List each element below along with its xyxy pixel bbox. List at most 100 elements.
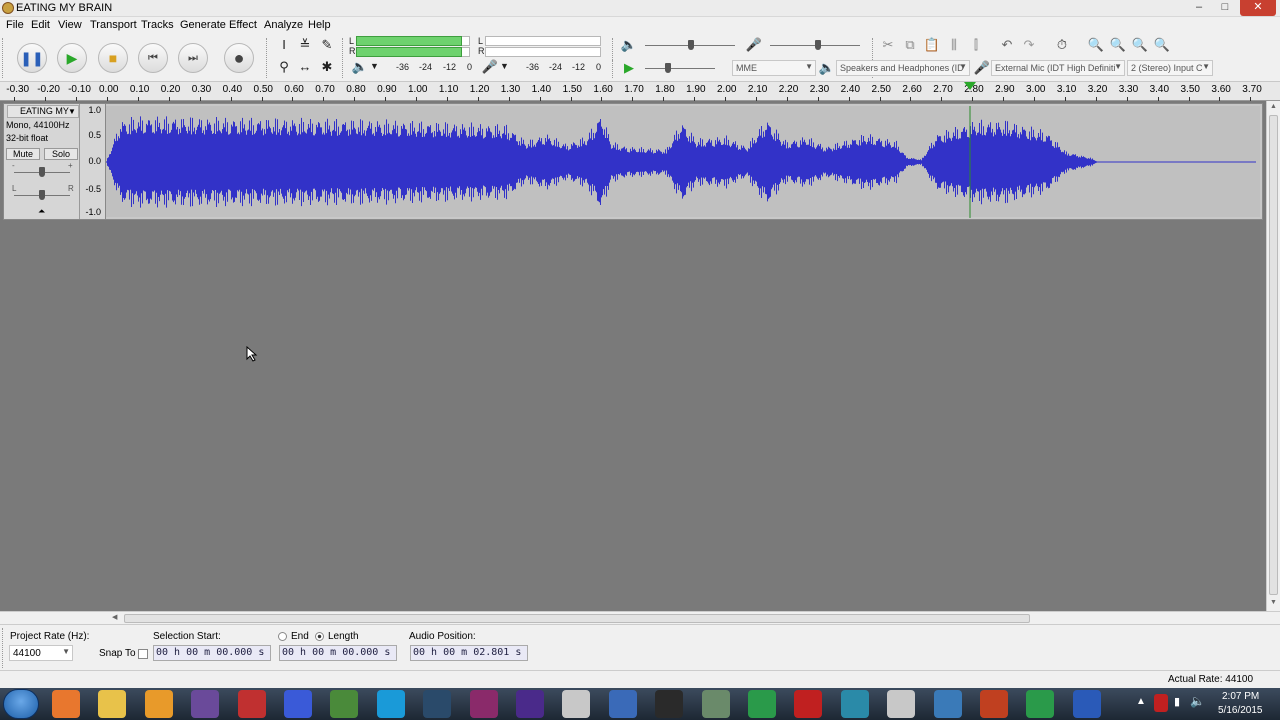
mute-button[interactable]: Mute: [6, 148, 40, 160]
pause-button[interactable]: ❚❚: [17, 43, 47, 73]
clock-date[interactable]: 5/16/2015: [1218, 705, 1263, 716]
vertical-scrollbar[interactable]: ▲ ▼: [1266, 101, 1280, 611]
toolbar-grip[interactable]: [2, 38, 5, 78]
zoom-tool-button[interactable]: ⚲: [275, 58, 293, 76]
horizontal-scroll-thumb[interactable]: [124, 614, 1030, 623]
maximize-button[interactable]: □: [1214, 0, 1236, 16]
toolbar-grip[interactable]: [266, 38, 269, 78]
horizontal-scrollbar[interactable]: ◀: [0, 611, 1280, 624]
taskbar-gamepad-icon[interactable]: [887, 690, 916, 718]
menu-help[interactable]: Help: [308, 19, 331, 31]
menu-file[interactable]: File: [6, 19, 24, 31]
taskbar-bird-icon[interactable]: [840, 690, 869, 718]
taskbar-notepad-icon[interactable]: [608, 690, 637, 718]
tray-app-icon[interactable]: [1154, 694, 1168, 712]
taskbar-help-icon[interactable]: [1072, 690, 1101, 718]
signal-icon[interactable]: ▮: [1174, 695, 1180, 708]
selection-tool-button[interactable]: I: [275, 36, 293, 54]
record-meter-r[interactable]: [485, 47, 601, 57]
cut-button[interactable]: ✂: [879, 36, 897, 54]
audio-host-select[interactable]: MME ▼: [732, 60, 816, 76]
playhead-marker-icon[interactable]: [964, 82, 976, 90]
start-button[interactable]: [3, 689, 39, 719]
sync-lock-button[interactable]: ⏱: [1053, 36, 1071, 54]
taskbar-winrar-icon[interactable]: [469, 690, 498, 718]
menu-generate[interactable]: Generate: [180, 19, 226, 31]
volume-icon[interactable]: 🔈: [1190, 694, 1205, 708]
taskbar-gimp-icon[interactable]: [701, 690, 730, 718]
copy-button[interactable]: ⧉: [901, 36, 919, 54]
taskbar-camtasia-icon[interactable]: [748, 690, 776, 718]
timeline-ruler[interactable]: -0.30 -0.20 -0.10 0.00 0.10 0.20 0.30 0.40 0.50 0…: [0, 82, 1280, 101]
fit-selection-button[interactable]: 🔍: [1131, 36, 1149, 54]
taskbar-app-icon[interactable]: [516, 690, 544, 718]
input-device-select[interactable]: External Mic (IDT High Definiti ▼: [991, 60, 1125, 76]
taskbar-steam-icon[interactable]: [423, 690, 452, 718]
playback-meter-r[interactable]: [356, 47, 470, 57]
taskbar-camtasia-icon[interactable]: [1026, 690, 1055, 718]
fit-project-button[interactable]: 🔍: [1153, 36, 1171, 54]
clock-time[interactable]: 2:07 PM: [1222, 691, 1259, 702]
paste-button[interactable]: 📋: [923, 36, 941, 54]
taskbar-minecraft-icon[interactable]: [330, 690, 359, 718]
selection-length-field[interactable]: 00 h 00 m 00.000 s: [279, 645, 397, 661]
collapse-track-icon[interactable]: ⏶: [38, 206, 45, 217]
project-rate-select[interactable]: 44100 ▼: [9, 645, 73, 661]
record-meter-menu[interactable]: 🎤: [481, 58, 499, 76]
length-radio[interactable]: [315, 632, 324, 641]
play-at-speed-button[interactable]: ▶: [620, 59, 638, 77]
audio-position-field[interactable]: 00 h 00 m 02.801 s: [410, 645, 528, 661]
silence-button[interactable]: ⫿: [967, 36, 985, 54]
undo-button[interactable]: ↶: [998, 36, 1016, 54]
vertical-scroll-thumb[interactable]: [1269, 115, 1278, 595]
end-radio[interactable]: [278, 632, 287, 641]
pan-thumb[interactable]: [39, 190, 45, 200]
snap-to-checkbox[interactable]: [138, 649, 148, 659]
redo-button[interactable]: ↷: [1020, 36, 1038, 54]
taskbar-dragon-icon[interactable]: [237, 690, 266, 718]
timeshift-tool-button[interactable]: ↔: [296, 58, 314, 76]
output-device-select[interactable]: Speakers and Headphones (ID ▼: [836, 60, 970, 76]
menu-analyze[interactable]: Analyze: [264, 19, 303, 31]
toolbar-grip[interactable]: [612, 60, 615, 78]
taskbar-firefox-icon[interactable]: [52, 690, 80, 718]
skip-to-start-button[interactable]: ⏮: [138, 43, 168, 73]
skip-to-end-button[interactable]: ⏭: [178, 43, 208, 73]
scroll-left-icon[interactable]: ◀: [112, 613, 117, 621]
trim-button[interactable]: ⫼: [945, 36, 963, 54]
taskbar-skype-icon[interactable]: [376, 690, 405, 718]
menu-transport[interactable]: Transport: [90, 19, 137, 31]
input-channels-select[interactable]: 2 (Stereo) Input C ▼: [1127, 60, 1213, 76]
taskbar-media-player-icon[interactable]: [144, 690, 173, 718]
waveform[interactable]: [106, 106, 1256, 218]
toolbar-grip[interactable]: [342, 38, 345, 78]
play-button[interactable]: ▶: [57, 43, 87, 73]
record-button[interactable]: ●: [224, 43, 254, 73]
multi-tool-button[interactable]: ✱: [318, 58, 336, 76]
solo-button[interactable]: Solo: [44, 148, 78, 160]
taskbar-app-icon[interactable]: [284, 690, 312, 718]
playback-meter-l[interactable]: [356, 36, 470, 46]
taskbar-app-icon[interactable]: [980, 690, 1008, 718]
close-button[interactable]: ✕: [1240, 0, 1276, 16]
show-hidden-icons[interactable]: ▲: [1136, 696, 1146, 707]
taskbar-network-icon[interactable]: [933, 690, 962, 718]
taskbar-audacity-icon[interactable]: [655, 690, 684, 718]
input-volume-thumb[interactable]: [815, 40, 821, 50]
envelope-tool-button[interactable]: ≚: [296, 36, 314, 54]
toolbar-grip[interactable]: [2, 628, 5, 668]
scroll-down-icon[interactable]: ▼: [1270, 599, 1277, 606]
taskbar-explorer-icon[interactable]: [98, 690, 127, 718]
vertical-scale[interactable]: 1.0 0.5 0.0 -0.5 -1.0: [80, 104, 106, 219]
play-speed-slider[interactable]: [645, 68, 715, 69]
taskbar-recorder-icon[interactable]: [794, 690, 823, 718]
play-speed-thumb[interactable]: [665, 63, 671, 73]
menu-tracks[interactable]: Tracks: [141, 19, 174, 31]
record-meter-l[interactable]: [485, 36, 601, 46]
taskbar-paint-icon[interactable]: [562, 690, 591, 718]
playback-meter-menu[interactable]: 🔈: [351, 58, 369, 76]
zoom-out-button[interactable]: 🔍: [1109, 36, 1127, 54]
output-volume-thumb[interactable]: [688, 40, 694, 50]
gain-thumb[interactable]: [39, 167, 45, 177]
menu-edit[interactable]: Edit: [31, 19, 50, 31]
